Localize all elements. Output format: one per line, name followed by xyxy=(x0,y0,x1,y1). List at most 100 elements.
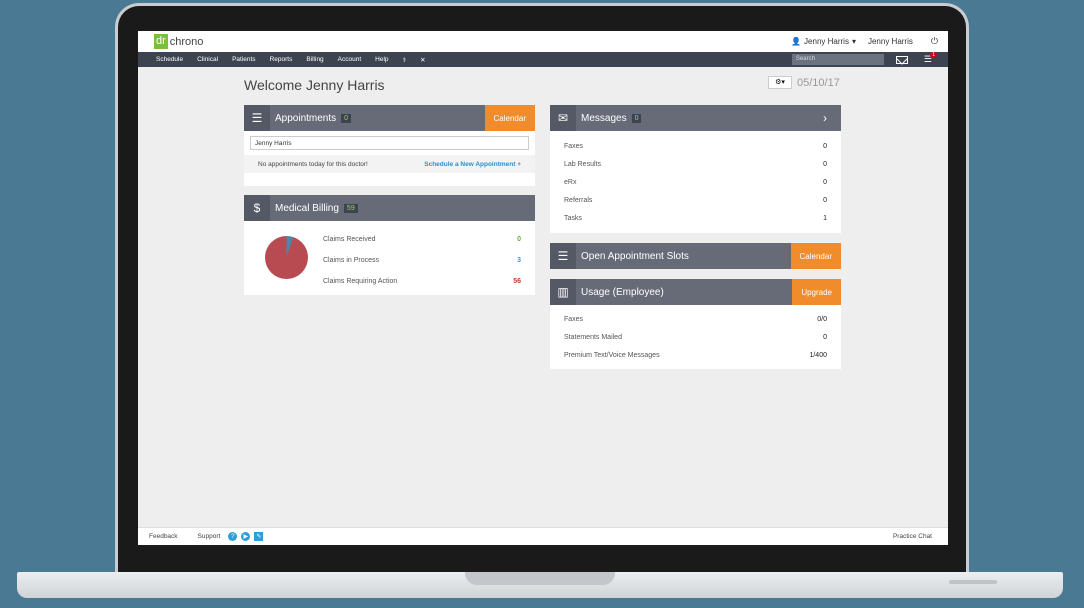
doctor-select[interactable]: Jenny Harris xyxy=(250,136,529,150)
claims-value: 56 xyxy=(513,278,521,285)
billing-panel: $ Medical Billing 59 Claims Received 0 C… xyxy=(244,195,535,295)
usage-messages-row: Premium Text/Voice Messages 1/400 xyxy=(550,346,841,364)
claims-pie-chart xyxy=(265,236,308,279)
row-label: Lab Results xyxy=(564,160,601,168)
open-slots-calendar-button[interactable]: Calendar xyxy=(790,243,841,269)
row-value: 0/0 xyxy=(817,315,827,323)
nav-clinical[interactable]: Clinical xyxy=(197,56,218,63)
appointments-panel: ☰ Appointments 0 Calendar Jenny Harris N… xyxy=(244,105,535,186)
messages-title: Messages xyxy=(581,112,627,124)
list-icon: ☰ xyxy=(244,105,270,131)
no-appointments-text: No appointments today for this doctor! xyxy=(258,160,368,168)
open-slots-header: ☰ Open Appointment Slots Calendar xyxy=(550,243,841,269)
usage-title: Usage (Employee) xyxy=(581,286,664,298)
bar-chart-icon: ▥ xyxy=(550,279,576,305)
messages-panel: ✉ Messages 0 › Faxes 0 Lab Results 0 eRx 0 … xyxy=(550,105,841,233)
laptop-base xyxy=(17,572,1063,598)
caret-down-icon: ▾ xyxy=(851,37,856,46)
user-menu-label: Jenny Harris xyxy=(804,37,849,46)
footer: Feedback Support ? ▶ ✎ Practice Chat xyxy=(138,527,948,545)
top-bar: dr chrono 👤 Jenny Harris ▾ Jenny Harris … xyxy=(138,31,948,52)
dollar-icon: $ xyxy=(244,195,270,221)
list-icon: ☰ xyxy=(550,243,576,269)
usage-faxes-row: Faxes 0/0 xyxy=(550,310,841,328)
nav-patients[interactable]: Patients xyxy=(232,56,256,63)
messages-header[interactable]: ✉ Messages 0 › xyxy=(550,105,841,131)
row-label: Statements Mailed xyxy=(564,333,622,341)
messages-count: 0 xyxy=(631,113,642,123)
logo-name: chrono xyxy=(169,35,204,48)
messages-erx-row[interactable]: eRx 0 xyxy=(550,173,841,191)
claims-requiring-action-row[interactable]: Claims Requiring Action 56 xyxy=(323,271,521,292)
nav-billing[interactable]: Billing xyxy=(306,56,323,63)
user-menu[interactable]: 👤 Jenny Harris ▾ xyxy=(791,37,856,46)
main-nav: Schedule Clinical Patients Reports Billi… xyxy=(138,52,948,67)
chevron-right-icon[interactable]: › xyxy=(823,111,827,125)
open-slots-title: Open Appointment Slots xyxy=(581,250,689,262)
mail-icon[interactable] xyxy=(895,55,908,64)
nav-schedule[interactable]: Schedule xyxy=(156,56,183,63)
row-value: 0 xyxy=(823,142,827,150)
notifications-menu[interactable]: ☰ 1 xyxy=(924,52,937,65)
upgrade-button[interactable]: Upgrade xyxy=(792,279,841,305)
laptop-notch xyxy=(465,572,615,585)
billing-count: 59 xyxy=(343,203,358,213)
edit-icon[interactable]: ✎ xyxy=(254,532,264,541)
messages-tasks-row[interactable]: Tasks 1 xyxy=(550,209,841,227)
claims-value: 0 xyxy=(517,236,521,243)
settings-button[interactable]: ⚙▾ xyxy=(768,76,792,89)
open-slots-panel: ☰ Open Appointment Slots Calendar xyxy=(550,243,841,269)
claims-label: Claims Requiring Action xyxy=(323,278,398,285)
claims-value: 3 xyxy=(517,257,521,264)
date-block: ⚙▾ 05/10/17 xyxy=(768,76,840,89)
row-label: Faxes xyxy=(564,315,584,323)
row-value: 1 xyxy=(823,214,827,222)
logo-dr: dr xyxy=(154,34,168,49)
appointments-count: 0 xyxy=(341,113,352,123)
messages-referrals-row[interactable]: Referrals 0 xyxy=(550,191,841,209)
nav-account[interactable]: Account xyxy=(338,56,362,63)
play-icon[interactable]: ▶ xyxy=(241,532,251,541)
row-label: Premium Text/Voice Messages xyxy=(564,351,660,359)
usage-list: Faxes 0/0 Statements Mailed 0 Premium Text… xyxy=(550,305,841,364)
notification-badge: 1 xyxy=(930,52,937,58)
messages-list: Faxes 0 Lab Results 0 eRx 0 Referrals 0 Task… xyxy=(550,131,841,227)
feedback-link[interactable]: Feedback xyxy=(149,533,178,540)
user-name[interactable]: Jenny Harris xyxy=(868,37,913,46)
page-title: Welcome Jenny Harris xyxy=(244,77,385,93)
claims-label: Claims in Process xyxy=(323,257,380,264)
support-link[interactable]: Support xyxy=(198,533,221,540)
row-value: 0 xyxy=(823,160,827,168)
row-value: 0 xyxy=(823,178,827,186)
row-label: eRx xyxy=(564,178,577,186)
claims-received-row[interactable]: Claims Received 0 xyxy=(323,229,521,250)
power-icon[interactable]: ⏻ xyxy=(931,36,938,47)
tools-icon[interactable]: ✕ xyxy=(420,56,425,64)
caduceus-icon[interactable]: ⚕ xyxy=(403,56,407,64)
claims-list: Claims Received 0 Claims in Process 3 Cl… xyxy=(323,229,521,292)
row-value: 0 xyxy=(823,333,827,341)
laptop-vent xyxy=(949,580,997,584)
help-icon[interactable]: ? xyxy=(228,532,238,541)
usage-panel: ▥ Usage (Employee) Upgrade Faxes 0/0 Stat… xyxy=(550,279,841,369)
row-label: Tasks xyxy=(564,214,582,222)
nav-help[interactable]: Help xyxy=(375,56,388,63)
usage-header: ▥ Usage (Employee) Upgrade xyxy=(550,279,841,305)
row-label: Referrals xyxy=(564,196,593,204)
appointments-header: ☰ Appointments 0 Calendar xyxy=(244,105,535,131)
messages-lab-results-row[interactable]: Lab Results 0 xyxy=(550,155,841,173)
nav-reports[interactable]: Reports xyxy=(270,56,293,63)
appointments-calendar-button[interactable]: Calendar xyxy=(484,105,535,131)
row-value: 0 xyxy=(823,196,827,204)
envelope-icon: ✉ xyxy=(550,105,576,131)
appointments-title: Appointments xyxy=(275,112,337,124)
billing-header: $ Medical Billing 59 xyxy=(244,195,535,221)
practice-chat-link[interactable]: Practice Chat xyxy=(893,533,932,540)
search-input[interactable]: Search xyxy=(791,54,884,65)
claims-in-process-row[interactable]: Claims in Process 3 xyxy=(323,250,521,271)
messages-faxes-row[interactable]: Faxes 0 xyxy=(550,137,841,155)
current-date: 05/10/17 xyxy=(797,76,840,89)
billing-title: Medical Billing xyxy=(275,202,339,214)
schedule-appointment-link[interactable]: Schedule a New Appointment + xyxy=(424,161,521,168)
logo[interactable]: dr chrono xyxy=(154,34,203,49)
